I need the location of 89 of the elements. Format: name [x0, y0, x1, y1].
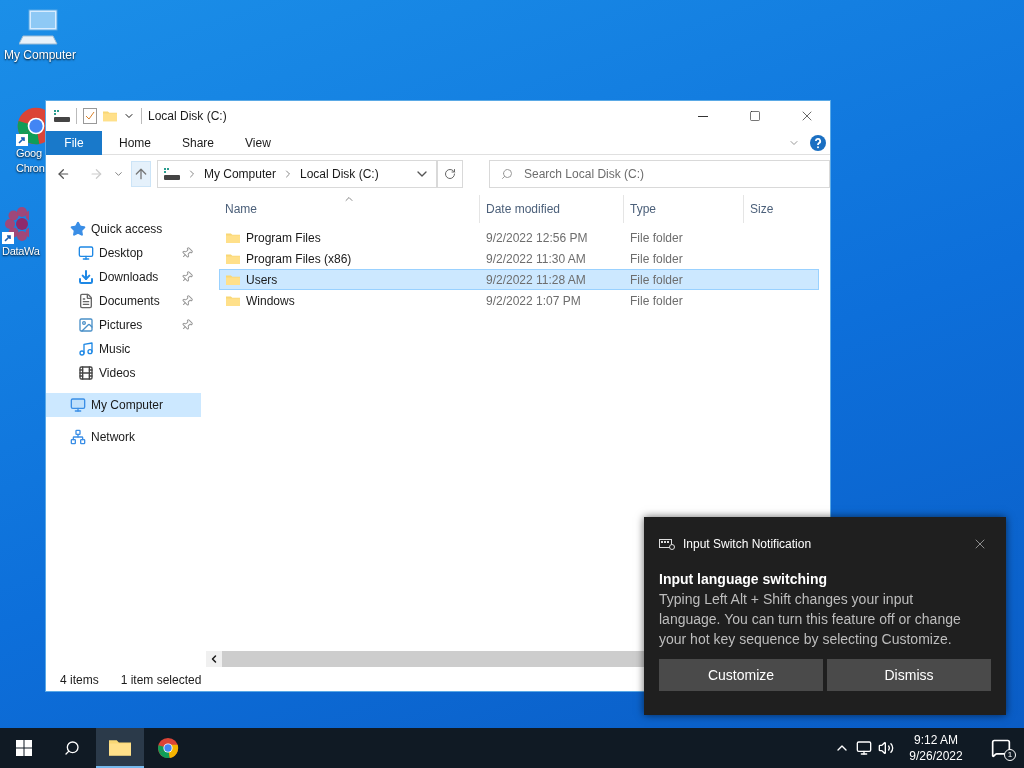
nav-item[interactable]: Pictures: [46, 313, 201, 337]
scroll-left-button[interactable]: [206, 651, 222, 667]
nav-item[interactable]: Network: [46, 425, 201, 449]
date-modified-cell-text: 9/2/2022 1:07 PM: [485, 292, 582, 310]
breadcrumb-item[interactable]: My Computer: [203, 165, 276, 183]
keyboard-icon: [659, 538, 675, 550]
nav-item[interactable]: Documents: [46, 289, 201, 313]
column-header[interactable]: Type: [623, 195, 743, 223]
drive-icon: [54, 110, 70, 122]
windows-logo-icon: [16, 740, 32, 756]
ribbon-tab[interactable]: Home: [105, 130, 165, 155]
notification-button[interactable]: Customize: [659, 659, 823, 691]
notification-button[interactable]: Dismiss: [827, 659, 991, 691]
nav-item[interactable]: Desktop: [46, 241, 201, 265]
desktop-icon-label[interactable]: Chron: [16, 161, 45, 176]
nav-item[interactable]: Videos: [46, 361, 201, 385]
status-text: 1 item selected: [120, 672, 202, 689]
refresh-icon: [444, 168, 457, 180]
breadcrumb-item[interactable]: Local Disk (C:): [299, 165, 379, 183]
taskbar-app[interactable]: [96, 728, 144, 768]
file-row[interactable]: Windows 9/2/2022 1:07 PM File folder: [219, 290, 819, 311]
document-icon: [78, 293, 94, 309]
clock[interactable]: 9:12 AM 9/26/2022: [902, 732, 970, 764]
type-cell-text: File folder: [629, 250, 684, 268]
column-header[interactable]: Date modified: [479, 195, 623, 223]
file-row[interactable]: Users 9/2/2022 11:28 AM File folder: [219, 269, 819, 290]
star-icon: [70, 221, 86, 237]
nav-item[interactable]: Music: [46, 337, 201, 361]
file-name: Program Files: [246, 229, 321, 247]
volume-icon[interactable]: [878, 740, 894, 756]
folder-icon: [226, 294, 240, 307]
desktop-icon-label[interactable]: DataWa: [2, 244, 40, 259]
type-cell-text: File folder: [629, 292, 684, 310]
column-header[interactable]: Name: [219, 195, 479, 223]
shortcut-arrow-icon: [2, 232, 14, 244]
search-field[interactable]: Search Local Disk (C:): [489, 160, 830, 188]
picture-icon: [78, 317, 94, 333]
file-name: Windows: [246, 292, 295, 310]
computer-icon: [19, 8, 61, 48]
nav-item[interactable]: My Computer: [46, 393, 201, 417]
date-modified-cell-text: 9/2/2022 12:56 PM: [485, 229, 589, 247]
nav-item[interactable]: Quick access: [46, 217, 201, 241]
network-status-icon[interactable]: [856, 740, 872, 756]
file-tab[interactable]: File: [46, 130, 102, 155]
file-name: Users: [246, 271, 278, 289]
desktop-icon: [78, 245, 94, 261]
file-row[interactable]: Program Files 9/2/2022 12:56 PM File folder: [219, 227, 819, 248]
type-cell-text: File folder: [629, 271, 684, 289]
network-icon: [70, 429, 86, 445]
folder-icon: [226, 231, 240, 244]
file-name: Program Files (x86): [246, 250, 352, 268]
search-icon: [501, 168, 513, 180]
search-icon: [64, 740, 80, 756]
computer-icon: [70, 397, 86, 413]
drive-icon: [163, 168, 180, 180]
desktop-icon-label[interactable]: Goog: [16, 146, 42, 161]
shortcut-arrow-icon: [16, 134, 28, 146]
folder-icon: [226, 252, 240, 265]
film-icon: [78, 365, 94, 381]
folder-icon: [109, 738, 131, 756]
download-icon: [78, 269, 94, 285]
maximize-icon: [749, 110, 761, 122]
ribbon-tab[interactable]: Share: [168, 130, 229, 155]
window-title: Local Disk (C:): [148, 108, 228, 125]
chrome-icon: [157, 737, 179, 759]
nav-item[interactable]: Downloads: [46, 265, 201, 289]
back-icon[interactable]: [56, 166, 71, 182]
notification-title: Input language switching: [659, 570, 828, 589]
date-modified-cell-text: 9/2/2022 11:30 AM: [485, 250, 587, 268]
help-icon[interactable]: [810, 134, 826, 151]
ribbon-tab[interactable]: View: [231, 130, 285, 155]
notification-app-name: Input Switch Notification: [683, 536, 813, 553]
refresh-button[interactable]: [437, 160, 463, 188]
up-button[interactable]: [130, 161, 151, 187]
minimize-icon: [698, 115, 708, 117]
type-cell-text: File folder: [629, 229, 684, 247]
date-modified-cell-text: 9/2/2022 11:28 AM: [485, 271, 587, 289]
notification-count-badge: 1: [1004, 749, 1016, 761]
notification-body: Typing Left Alt + Shift changes your input language. You can turn this feature off or change your hot key sequence by selecting Customize.: [659, 590, 962, 649]
status-text: 4 items: [60, 672, 99, 689]
folder-icon: [226, 273, 240, 286]
action-center-icon[interactable]: [991, 738, 1011, 758]
music-note-icon: [78, 341, 94, 357]
properties-icon[interactable]: [83, 108, 97, 124]
desktop-icon-label[interactable]: My Computer: [4, 48, 76, 63]
new-folder-icon: [103, 110, 117, 122]
file-row[interactable]: Program Files (x86) 9/2/2022 11:30 AM File folder: [219, 248, 819, 269]
dotted-sphere-icon: [2, 204, 29, 244]
column-header[interactable]: Size: [743, 195, 821, 223]
